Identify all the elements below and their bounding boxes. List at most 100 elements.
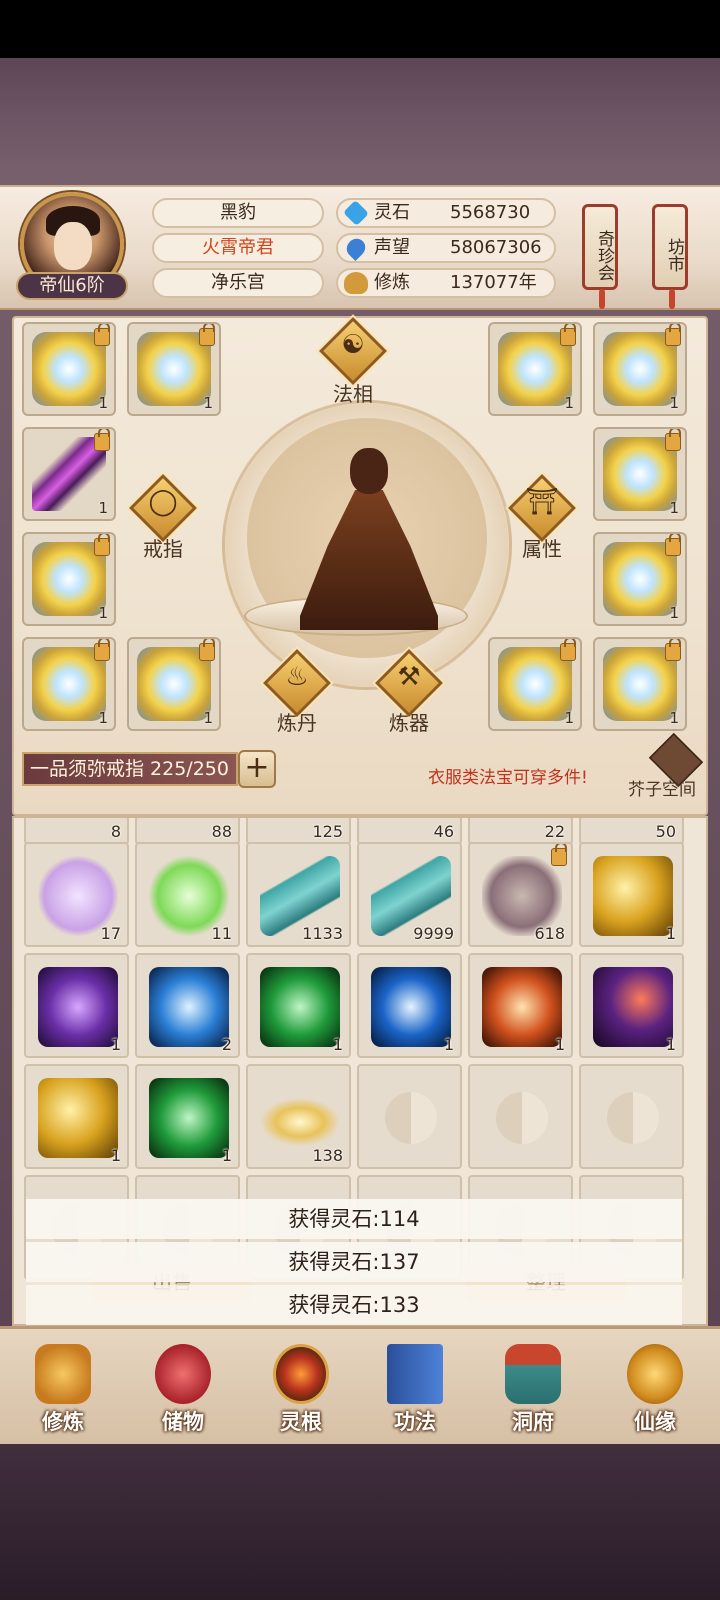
item-count: 8 bbox=[110, 822, 121, 841]
equip-slot[interactable]: 1 bbox=[127, 637, 221, 731]
lock-icon bbox=[94, 324, 110, 346]
lock-icon bbox=[551, 844, 567, 866]
inventory-slot[interactable]: 618 bbox=[468, 842, 573, 947]
empty-slot[interactable] bbox=[579, 1064, 684, 1169]
inventory-slot[interactable]: 22 bbox=[468, 818, 573, 845]
item-count: 1 bbox=[443, 1035, 454, 1054]
item-count: 1 bbox=[110, 1146, 121, 1165]
book-icon bbox=[387, 1344, 443, 1404]
item-count: 17 bbox=[100, 924, 121, 943]
resource-prestige: 声望 58067306 bbox=[336, 233, 556, 263]
mustard-space-label[interactable]: 芥子空间 bbox=[612, 775, 712, 800]
inventory-slot[interactable]: 8 bbox=[24, 818, 129, 845]
player-name: 黑豹 bbox=[152, 198, 324, 228]
item-count: 9999 bbox=[413, 924, 454, 943]
cauldron-icon: ♨ bbox=[285, 662, 309, 692]
reward-toast: 获得灵石:133 bbox=[26, 1285, 682, 1325]
pouch-icon bbox=[155, 1344, 211, 1404]
lock-icon bbox=[560, 324, 576, 346]
equip-slot[interactable]: 1 bbox=[22, 532, 116, 626]
spirit-stone-icon bbox=[342, 199, 370, 227]
inventory-slot[interactable]: 17 bbox=[24, 842, 129, 947]
inventory-slot[interactable]: 9999 bbox=[357, 842, 462, 947]
equip-slot[interactable]: 1 bbox=[593, 637, 687, 731]
equip-slot[interactable]: 1 bbox=[593, 322, 687, 416]
inventory-slot[interactable]: 138 bbox=[246, 1064, 351, 1169]
market-button[interactable]: 坊市 bbox=[652, 204, 688, 309]
meditating-character-silhouette[interactable] bbox=[278, 430, 458, 630]
green-dragon-skill-icon bbox=[260, 967, 340, 1047]
equip-slot[interactable]: 1 bbox=[22, 322, 116, 416]
inventory-slot[interactable]: 1 bbox=[24, 1064, 129, 1169]
ring-button[interactable]: ◯ bbox=[129, 474, 197, 542]
resource-label: 灵石 bbox=[374, 202, 410, 223]
item-count: 11 bbox=[211, 924, 232, 943]
ring-label: 戒指 bbox=[143, 537, 183, 561]
attributes-button[interactable]: ⛩ bbox=[508, 474, 576, 542]
nav-label: 储物 bbox=[162, 1410, 204, 1434]
inventory-slot[interactable]: 2 bbox=[135, 953, 240, 1058]
item-count: 618 bbox=[534, 924, 565, 943]
player-rank-badge: 帝仙6阶 bbox=[16, 272, 128, 300]
lock-icon bbox=[94, 639, 110, 661]
lock-icon bbox=[94, 429, 110, 451]
resource-cultivation: 修炼 137077年 bbox=[336, 268, 556, 298]
dharma-form-button[interactable]: ☯ bbox=[319, 317, 387, 385]
meditation-icon: ☯ bbox=[341, 330, 365, 360]
inventory-slot[interactable]: 1 bbox=[579, 842, 684, 947]
expand-capacity-button[interactable]: + bbox=[238, 750, 276, 788]
resource-value: 137077年 bbox=[450, 272, 537, 293]
orb-skill-icon bbox=[371, 967, 451, 1047]
inventory-slot[interactable]: 1 bbox=[24, 953, 129, 1058]
player-title: 火霄帝君 bbox=[152, 233, 324, 263]
slot-count: 1 bbox=[669, 499, 679, 517]
inventory-slot[interactable]: 1 bbox=[357, 953, 462, 1058]
equip-slot[interactable]: 1 bbox=[488, 322, 582, 416]
equip-slot[interactable]: 1 bbox=[593, 427, 687, 521]
inventory-slot[interactable]: 1 bbox=[246, 953, 351, 1058]
game-screen: 帝仙6阶 黑豹 火霄帝君 净乐宫 灵石 5568730 声望 58067306 … bbox=[0, 0, 720, 1600]
slot-count: 1 bbox=[669, 709, 679, 727]
inventory-slot[interactable]: 1 bbox=[135, 1064, 240, 1169]
inventory-slot[interactable]: 1 bbox=[468, 953, 573, 1058]
slot-count: 1 bbox=[98, 499, 108, 517]
nav-label: 洞府 bbox=[512, 1410, 554, 1434]
equip-slot-weapon[interactable]: 1 bbox=[22, 427, 116, 521]
slot-count: 1 bbox=[669, 604, 679, 622]
reward-toast: 获得灵石:114 bbox=[26, 1199, 682, 1239]
inventory-slot[interactable]: 11 bbox=[135, 842, 240, 947]
lock-icon bbox=[665, 429, 681, 451]
nav-spirit-root[interactable]: 灵根 bbox=[246, 1336, 356, 1440]
nav-cultivation[interactable]: 修炼 bbox=[8, 1336, 118, 1440]
inventory-slot[interactable]: 50 bbox=[579, 818, 684, 845]
green-dragon-skill-icon bbox=[149, 1078, 229, 1158]
item-count: 138 bbox=[312, 1146, 343, 1165]
equip-slot[interactable]: 1 bbox=[593, 532, 687, 626]
equip-slot[interactable]: 1 bbox=[22, 637, 116, 731]
nav-label: 灵根 bbox=[280, 1410, 322, 1434]
inventory-slot[interactable]: 125 bbox=[246, 818, 351, 845]
inventory-slot[interactable]: 88 bbox=[135, 818, 240, 845]
nav-cave-dwelling[interactable]: 洞府 bbox=[478, 1336, 588, 1440]
treasure-auction-button[interactable]: 奇珍会 bbox=[582, 204, 618, 309]
attributes-label: 属性 bbox=[522, 537, 562, 561]
empty-slot[interactable] bbox=[357, 1064, 462, 1169]
equip-slot[interactable]: 1 bbox=[488, 637, 582, 731]
nav-techniques[interactable]: 功法 bbox=[360, 1336, 470, 1440]
reward-toast: 获得灵石:137 bbox=[26, 1242, 682, 1282]
lock-icon bbox=[560, 639, 576, 661]
lock-icon bbox=[665, 324, 681, 346]
inventory-slot[interactable]: 46 bbox=[357, 818, 462, 845]
nav-storage[interactable]: 储物 bbox=[128, 1336, 238, 1440]
nav-fortune[interactable]: 仙缘 bbox=[600, 1336, 710, 1440]
slot-count: 1 bbox=[203, 394, 213, 412]
lock-icon bbox=[199, 639, 215, 661]
item-count: 1 bbox=[110, 1035, 121, 1054]
inventory-slot[interactable]: 1133 bbox=[246, 842, 351, 947]
anvil-icon: ⚒ bbox=[397, 662, 421, 692]
monk-icon bbox=[35, 1344, 91, 1404]
skull-skill-icon bbox=[149, 967, 229, 1047]
inventory-slot[interactable]: 1 bbox=[579, 953, 684, 1058]
empty-slot[interactable] bbox=[468, 1064, 573, 1169]
equip-slot[interactable]: 1 bbox=[127, 322, 221, 416]
